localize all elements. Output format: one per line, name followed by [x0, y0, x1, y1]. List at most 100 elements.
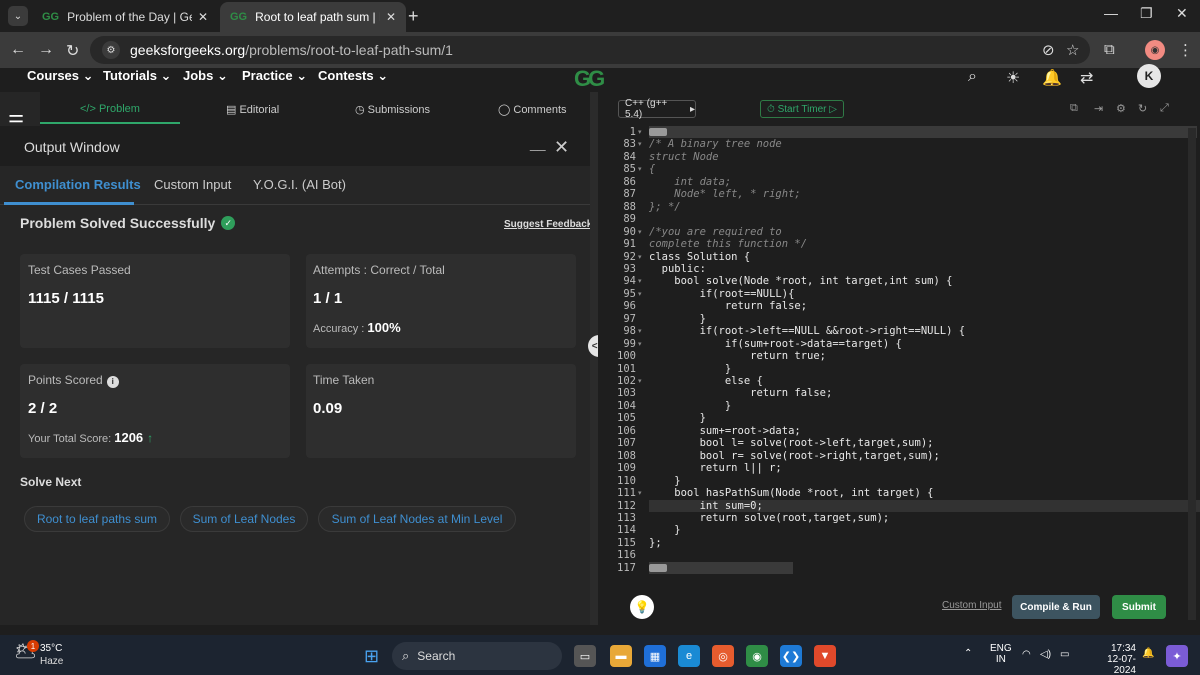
battery-icon[interactable]: ▭	[1060, 649, 1069, 660]
close-icon[interactable]: ✕	[554, 137, 569, 158]
code-line[interactable]: }	[649, 524, 680, 536]
code-line[interactable]: int sum=0;	[649, 499, 1200, 512]
folded-region-marker[interactable]	[649, 128, 667, 136]
kebab-menu-icon[interactable]: ⋮	[1178, 41, 1193, 59]
code-line[interactable]: int data;	[649, 176, 731, 188]
code-line[interactable]: complete this function */	[649, 238, 807, 250]
copilot-icon[interactable]: ✦	[1166, 645, 1188, 667]
close-icon[interactable]: ✕	[198, 10, 208, 24]
taskbar-search[interactable]: ⌕ Search	[392, 642, 562, 670]
info-icon[interactable]: i	[106, 375, 119, 388]
code-line[interactable]: }	[649, 400, 731, 412]
menu-courses[interactable]: Courses ⌄	[27, 68, 94, 84]
eye-off-icon[interactable]: ⊘	[1042, 41, 1055, 59]
code-line[interactable]: struct Node	[649, 151, 719, 163]
file-explorer-icon[interactable]: ▬	[610, 645, 632, 667]
folded-code-line[interactable]	[649, 126, 1197, 138]
code-line[interactable]: return solve(root,target,sum);	[649, 512, 890, 524]
submit-button[interactable]: Submit	[1112, 595, 1166, 619]
editor-scrollbar[interactable]	[1188, 128, 1196, 620]
code-line[interactable]: }	[649, 313, 706, 325]
code-line[interactable]: return false;	[649, 300, 807, 312]
code-line[interactable]: }	[649, 475, 680, 487]
compile-run-button[interactable]: Compile & Run	[1012, 595, 1100, 619]
code-line[interactable]: /* A binary tree node	[649, 138, 782, 150]
code-line[interactable]: bool solve(Node *root, int target,int su…	[649, 275, 952, 287]
start-timer-button[interactable]: ⏱ Start Timer ▷	[760, 100, 844, 118]
code-line[interactable]: Node* left, * right;	[649, 188, 800, 200]
user-avatar[interactable]: K	[1137, 64, 1161, 88]
fold-toggle-icon[interactable]: ▾	[638, 165, 642, 173]
menu-jobs[interactable]: Jobs ⌄	[183, 68, 228, 84]
suggest-feedback-link[interactable]: Suggest Feedback	[504, 219, 592, 230]
gfg-logo[interactable]: GG	[574, 66, 605, 92]
code-line[interactable]: {	[649, 163, 655, 175]
fold-toggle-icon[interactable]: ▾	[638, 327, 642, 335]
next-problem-chip[interactable]: Sum of Leaf Nodes	[180, 506, 308, 532]
chrome-icon[interactable]: ◉	[746, 645, 768, 667]
search-icon[interactable]: ⌕	[968, 68, 977, 86]
brave-icon[interactable]: ▼	[814, 645, 836, 667]
custom-input-link[interactable]: Custom Input	[942, 600, 1001, 611]
reset-icon[interactable]: ↻	[1138, 102, 1147, 115]
menu-tutorials[interactable]: Tutorials ⌄	[103, 68, 171, 84]
minimize-icon[interactable]: —	[1104, 5, 1118, 21]
notification-icon[interactable]: 🔔	[1142, 648, 1154, 659]
panel-splitter[interactable]	[590, 92, 598, 625]
next-problem-chip[interactable]: Root to leaf paths sum	[24, 506, 170, 532]
restore-icon[interactable]: ❐	[1140, 5, 1153, 22]
task-view-icon[interactable]: ▭	[574, 645, 596, 667]
tab-custom-input[interactable]: Custom Input	[154, 177, 231, 192]
folded-region-marker[interactable]	[649, 563, 667, 572]
translate-icon[interactable]: ⇄	[1080, 68, 1093, 88]
fold-toggle-icon[interactable]: ▾	[638, 277, 642, 285]
code-line[interactable]: }	[649, 363, 731, 375]
profile-avatar[interactable]: ◉	[1145, 40, 1165, 60]
menu-contests[interactable]: Contests ⌄	[318, 68, 388, 84]
tab-compilation-results[interactable]: Compilation Results	[15, 177, 141, 192]
code-line[interactable]: return true;	[649, 350, 826, 362]
fold-toggle-icon[interactable]: ▾	[638, 340, 642, 348]
edge-icon[interactable]: e	[678, 645, 700, 667]
tab-editorial[interactable]: ▤ Editorial	[226, 103, 279, 116]
fold-toggle-icon[interactable]: ▾	[638, 140, 642, 148]
fold-toggle-icon[interactable]: ▾	[638, 290, 642, 298]
import-icon[interactable]: ⇥	[1094, 102, 1103, 115]
reload-icon[interactable]: ↻	[66, 41, 79, 61]
settings-icon[interactable]: ⚙	[1116, 102, 1126, 115]
fold-toggle-icon[interactable]: ▾	[638, 228, 642, 236]
fold-toggle-icon[interactable]: ▾	[638, 377, 642, 385]
code-area[interactable]: 1 ▾ 83 ▾/* A binary tree node 84 struct Node 8…	[598, 124, 1200, 579]
language-select[interactable]: C++ (g++ 5.4) ▸	[618, 98, 696, 120]
code-line[interactable]: return l|| r;	[649, 462, 782, 474]
code-line[interactable]: bool hasPathSum(Node *root, int target) …	[649, 487, 933, 499]
back-icon[interactable]: ←	[10, 41, 26, 59]
address-bar[interactable]: ⚙ geeksforgeeks.org/problems/root-to-lea…	[90, 36, 1090, 64]
chevron-up-icon[interactable]: ⌃	[964, 648, 972, 659]
vscode-icon[interactable]: ❮❯	[780, 645, 802, 667]
code-line[interactable]: bool l= solve(root->left,target,sum);	[649, 437, 934, 449]
clock[interactable]: 17:34 12-07-2024	[1086, 643, 1136, 675]
tab-search-icon[interactable]: ⌄	[8, 6, 28, 26]
bell-icon[interactable]: 🔔	[1042, 68, 1062, 88]
theme-toggle-icon[interactable]: ☀	[1006, 68, 1020, 88]
code-line[interactable]: public:	[649, 263, 706, 275]
code-line[interactable]: else {	[649, 375, 763, 387]
store-icon[interactable]: ▦	[644, 645, 666, 667]
input-language[interactable]: ENG IN	[990, 643, 1012, 665]
code-line[interactable]: }	[649, 412, 706, 424]
code-line[interactable]: return false;	[649, 387, 832, 399]
minimize-icon[interactable]: __	[530, 135, 546, 151]
tab-comments[interactable]: ◯ Comments	[498, 103, 567, 116]
fold-toggle-icon[interactable]: ▾	[638, 253, 642, 261]
forward-icon[interactable]: →	[38, 41, 54, 59]
tab-submissions[interactable]: ◷ Submissions	[355, 103, 430, 116]
bookmark-star-icon[interactable]: ☆	[1066, 41, 1079, 59]
copy-icon[interactable]: ⧉	[1070, 102, 1078, 115]
windows-start-icon[interactable]: ⊞	[364, 646, 379, 667]
code-line[interactable]: /*you are required to	[649, 226, 782, 238]
code-line[interactable]: class Solution {	[649, 251, 750, 263]
next-problem-chip[interactable]: Sum of Leaf Nodes at Min Level	[318, 506, 516, 532]
code-line[interactable]: if(root==NULL){	[649, 288, 795, 300]
extensions-icon[interactable]: ⧉	[1104, 41, 1115, 58]
